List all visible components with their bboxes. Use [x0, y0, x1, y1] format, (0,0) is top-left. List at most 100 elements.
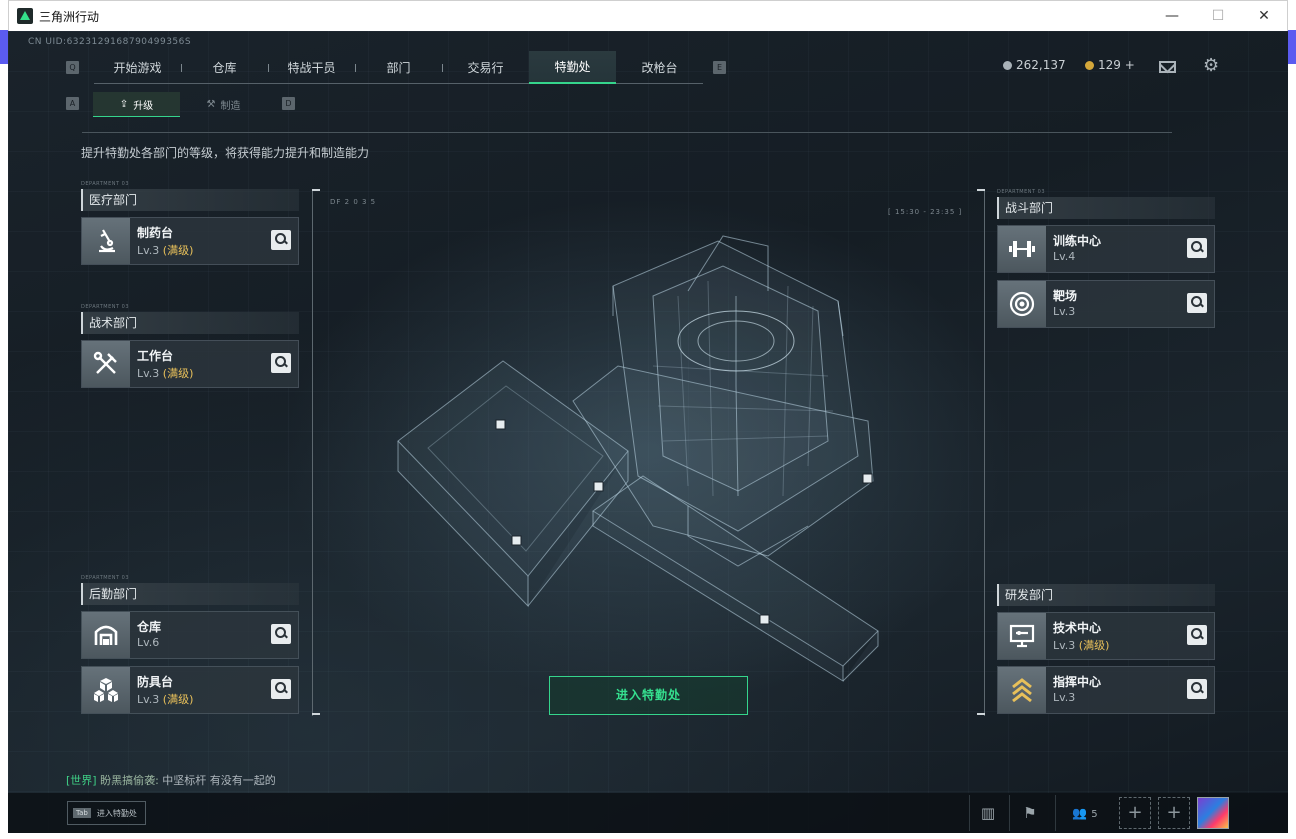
dept-header-tactical: 战术部门 — [81, 312, 299, 334]
subtab-prev-key-hint: A — [66, 97, 79, 110]
facility-workbench[interactable]: 工作台 Lv.3 (满级) — [81, 340, 299, 388]
frame-corner — [312, 713, 320, 715]
facility-level: Lv.3 (满级) — [137, 691, 193, 707]
facility-level: Lv.3 (满级) — [1053, 637, 1109, 653]
nav-tab-special-ops[interactable]: 特勤处 — [529, 51, 616, 84]
level-value: Lv.3 — [137, 367, 160, 380]
facility-level: Lv.4 — [1053, 250, 1075, 263]
search-icon[interactable] — [1187, 293, 1207, 313]
level-value: Lv.3 — [137, 244, 160, 257]
facility-command-center[interactable]: 指挥中心 Lv.3 — [997, 666, 1215, 714]
tab-enter-hint[interactable]: Tab 进入特勤处 — [67, 801, 146, 825]
add-squad-slot-button[interactable]: + — [1119, 797, 1151, 829]
frame-corner — [312, 189, 320, 191]
gold-currency[interactable]: 129 + — [1085, 58, 1135, 72]
target-icon — [998, 281, 1046, 327]
max-level-badge: (满级) — [162, 244, 194, 257]
minimize-button[interactable]: — — [1149, 1, 1195, 31]
search-icon[interactable] — [271, 230, 291, 250]
max-level-badge: (满级) — [162, 367, 194, 380]
subtabs: ⇪ 升级 ⚒ 制造 — [93, 92, 267, 117]
friends-count: 5 — [1091, 809, 1098, 820]
world-chat-line[interactable]: [世界] 盼黑搞偷袭: 中坚标杆 有没有一起的 — [66, 772, 276, 788]
facility-name: 制药台 — [137, 226, 174, 240]
frame-line — [984, 189, 985, 716]
enter-special-ops-button[interactable]: 进入特勤处 — [549, 676, 748, 715]
dept-tag: DEPARTMENT 03 — [81, 304, 130, 310]
add-squad-slot-button[interactable]: + — [1158, 797, 1190, 829]
stats-chart-icon[interactable]: ▥ — [978, 803, 998, 823]
level-value: Lv.3 — [1053, 305, 1076, 318]
hammer-wrench-icon — [82, 341, 130, 387]
search-icon[interactable] — [1187, 625, 1207, 645]
gold-amount: 129 + — [1098, 58, 1135, 72]
facility-armor-bench[interactable]: 防具台 Lv.3 (满级) — [81, 666, 299, 714]
facility-pharmacy[interactable]: 制药台 Lv.3 (满级) — [81, 217, 299, 265]
facility-warehouse[interactable]: 仓库 Lv.6 — [81, 611, 299, 659]
base-wireframe-model — [397, 235, 879, 682]
window-title: 三角洲行动 — [39, 10, 100, 24]
facility-name: 训练中心 — [1053, 234, 1102, 248]
dept-tag: DEPARTMENT 03 — [997, 189, 1046, 195]
chat-channel: [世界] — [66, 774, 97, 787]
divider — [1009, 795, 1010, 831]
tab-key-badge: Tab — [73, 808, 91, 818]
max-level-badge: (满级) — [162, 693, 194, 706]
facility-name: 靶场 — [1053, 289, 1078, 303]
game-viewport: CN UID:6323129168790499356S Q 开始游戏 仓库 特战… — [8, 31, 1288, 833]
facility-level: Lv.3 — [1053, 691, 1075, 704]
facility-tech-center[interactable]: 技术中心 Lv.3 (满级) — [997, 612, 1215, 660]
nav-tab-gunsmith[interactable]: 改枪台 — [616, 51, 703, 84]
warehouse-icon — [82, 612, 130, 658]
facility-name: 工作台 — [137, 349, 174, 363]
nav-tab-warehouse[interactable]: 仓库 — [181, 51, 268, 84]
search-icon[interactable] — [1187, 238, 1207, 258]
subtab-next-key-hint: D — [282, 97, 295, 110]
maximize-button[interactable]: ☐ — [1195, 1, 1241, 31]
player-avatar[interactable] — [1197, 797, 1229, 829]
facility-name: 防具台 — [137, 675, 174, 689]
gold-coin-icon — [1085, 60, 1094, 70]
facility-name: 指挥中心 — [1053, 675, 1102, 689]
facility-training-center[interactable]: 训练中心 Lv.4 — [997, 225, 1215, 273]
level-value: Lv.3 — [1053, 639, 1076, 652]
upgrade-icon: ⇪ — [119, 98, 129, 110]
nav-tab-operators[interactable]: 特战干员 — [268, 51, 355, 84]
subtab-craft[interactable]: ⚒ 制造 — [180, 92, 267, 117]
chat-message: 中坚标杆 有没有一起的 — [158, 774, 276, 787]
divider — [1055, 795, 1056, 831]
friends-icon[interactable]: 👥 5 — [1068, 803, 1102, 823]
subtab-upgrade[interactable]: ⇪ 升级 — [93, 92, 180, 117]
nav-tab-departments[interactable]: 部门 — [355, 51, 442, 84]
friends-glyph-icon: 👥 — [1072, 806, 1088, 820]
mail-icon[interactable] — [1159, 61, 1176, 73]
level-value: Lv.4 — [1053, 250, 1076, 263]
silver-currency: 262,137 — [1003, 58, 1066, 72]
nav-tab-trading[interactable]: 交易行 — [442, 51, 529, 84]
facility-name: 仓库 — [137, 620, 162, 634]
divider — [969, 795, 970, 831]
chevron-rank-icon — [998, 667, 1046, 713]
silver-coin-icon — [1003, 60, 1012, 70]
nav-tab-start-game[interactable]: 开始游戏 — [94, 51, 181, 84]
facility-shooting-range[interactable]: 靶场 Lv.3 — [997, 280, 1215, 328]
gear-icon[interactable]: ⚙ — [1203, 57, 1219, 75]
facility-level: Lv.3 (满级) — [137, 365, 193, 381]
frame-line — [312, 189, 313, 716]
app-logo-icon — [17, 8, 33, 24]
subtab-upgrade-label: 升级 — [133, 100, 154, 112]
search-icon[interactable] — [271, 679, 291, 699]
search-icon[interactable] — [271, 624, 291, 644]
monitor-icon — [998, 613, 1046, 659]
hud-time: [ 15:30 - 23:35 ] — [888, 208, 963, 216]
armor-boxes-icon — [82, 667, 130, 713]
flag-icon[interactable]: ⚑ — [1020, 803, 1040, 823]
dept-header-logistics: 后勤部门 — [81, 583, 299, 605]
dumbbell-icon — [998, 226, 1046, 272]
facility-level: Lv.6 — [137, 636, 159, 649]
microscope-icon — [82, 218, 130, 264]
tab-hint-label: 进入特勤处 — [96, 808, 137, 818]
search-icon[interactable] — [271, 353, 291, 373]
close-button[interactable]: ✕ — [1241, 1, 1287, 31]
search-icon[interactable] — [1187, 679, 1207, 699]
